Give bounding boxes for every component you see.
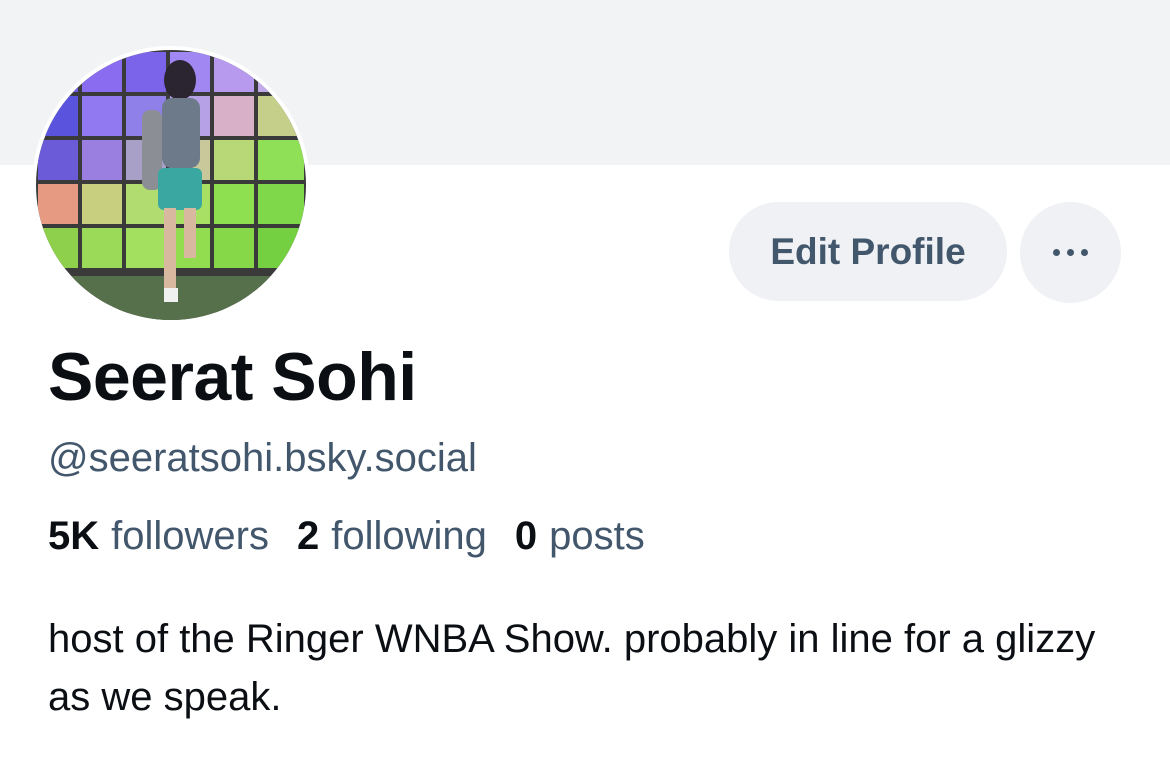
profile-bio: host of the Ringer WNBA Show. probably i… — [48, 617, 1096, 719]
profile-avatar[interactable] — [32, 46, 310, 324]
edit-profile-button[interactable]: Edit Profile — [729, 202, 1007, 301]
followers-count: 5K — [48, 514, 100, 558]
following-count: 2 — [296, 514, 320, 558]
profile-page: Edit Profile Seerat Sohi @seeratsohi.bsk… — [0, 0, 1170, 757]
followers-link[interactable]: 5K followers — [48, 514, 269, 559]
posts-count: 0 — [514, 514, 538, 558]
posts-stat: 0 posts — [515, 514, 645, 559]
following-label: following — [331, 514, 487, 558]
followers-label: followers — [111, 514, 269, 558]
posts-label: posts — [549, 514, 645, 558]
profile-stats: 5K followers 2 following 0 posts — [48, 514, 673, 559]
following-link[interactable]: 2 following — [297, 514, 487, 559]
ellipsis-icon — [1053, 249, 1088, 256]
more-options-button[interactable] — [1020, 202, 1121, 303]
profile-handle: @seeratsohi.bsky.social — [48, 436, 477, 480]
avatar-photo — [36, 50, 306, 320]
display-name: Seerat Sohi — [48, 339, 417, 415]
